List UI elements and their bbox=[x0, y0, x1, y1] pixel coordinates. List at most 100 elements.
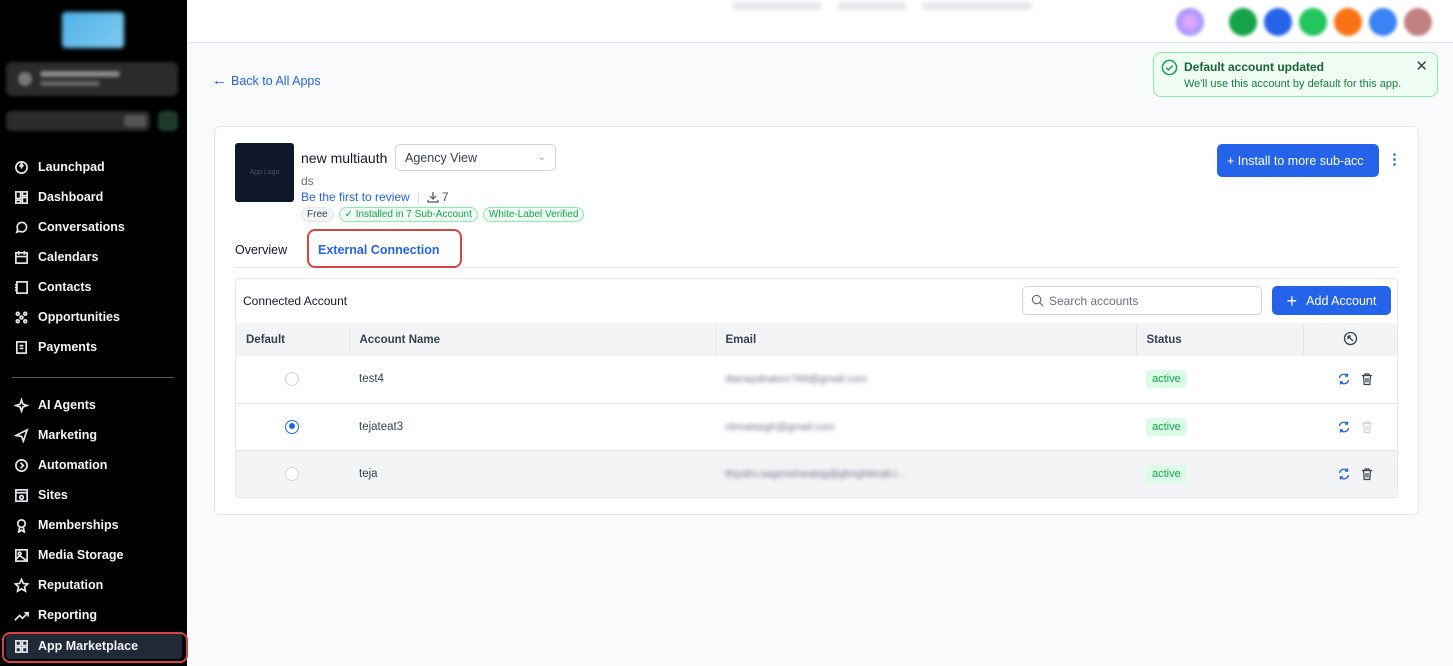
highlight-external-connection bbox=[307, 229, 462, 268]
sidebar: Launchpad Dashboard Conversations Calend… bbox=[0, 0, 187, 666]
add-account-button[interactable]: + Add Account bbox=[1272, 286, 1391, 315]
blurred-header-text bbox=[922, 2, 1032, 10]
back-link-label: Back to All Apps bbox=[231, 74, 321, 88]
sidebar-item-reporting[interactable]: Reporting bbox=[6, 602, 182, 628]
sidebar-item-label: Contacts bbox=[38, 280, 92, 294]
award-icon bbox=[13, 517, 29, 533]
sidebar-item-label: Automation bbox=[38, 458, 108, 472]
col-actions bbox=[1302, 323, 1397, 356]
send-icon bbox=[13, 427, 29, 443]
sidebar-item-calendars[interactable]: Calendars bbox=[6, 244, 182, 270]
download-icon bbox=[427, 192, 439, 203]
refresh-icon[interactable] bbox=[1337, 420, 1351, 434]
sidebar-item-label: Payments bbox=[38, 340, 98, 354]
sidebar-item-label: Marketing bbox=[38, 428, 98, 442]
trend-icon bbox=[13, 607, 29, 623]
sidebar-item-label: Dashboard bbox=[38, 190, 104, 204]
downloads: 7 bbox=[427, 190, 449, 204]
phone-icon[interactable] bbox=[1229, 8, 1257, 36]
sidebar-item-contacts[interactable]: Contacts bbox=[6, 274, 182, 300]
sidebar-item-label: Reporting bbox=[38, 608, 98, 622]
sidebar-item-label: Reputation bbox=[38, 578, 104, 592]
trash-icon-disabled bbox=[1362, 420, 1372, 433]
sidebar-item-marketing[interactable]: Marketing bbox=[6, 422, 182, 448]
default-radio[interactable] bbox=[285, 466, 299, 481]
plus-icon: + bbox=[1286, 290, 1298, 311]
search-input[interactable]: Search accounts bbox=[1022, 286, 1262, 315]
status-badge: active bbox=[1146, 370, 1187, 389]
sidebar-item-memberships[interactable]: Memberships bbox=[6, 512, 182, 538]
view-select[interactable]: Agency View ⌄ bbox=[395, 144, 556, 171]
company-logo[interactable] bbox=[62, 12, 124, 48]
trash-icon[interactable] bbox=[1360, 372, 1374, 386]
app-description: ds bbox=[301, 174, 314, 188]
sidebar-item-dashboard[interactable]: Dashboard bbox=[6, 184, 182, 210]
avatar[interactable] bbox=[1404, 8, 1432, 36]
accounts-table: Default Account Name Email Status test4 … bbox=[236, 323, 1397, 498]
search-icon bbox=[1031, 294, 1044, 307]
sidebar-item-conversations[interactable]: Conversations bbox=[6, 214, 182, 240]
search-placeholder: Search accounts bbox=[1049, 293, 1139, 308]
app-details-card: App Logo new multiauth Agency View ⌄ ds … bbox=[214, 126, 1419, 515]
back-link[interactable]: ← Back to All Apps bbox=[212, 73, 321, 88]
check-circle-icon bbox=[1161, 59, 1178, 76]
account-name: test4 bbox=[349, 356, 715, 404]
blurred-header-text bbox=[732, 2, 822, 10]
sidebar-item-sites[interactable]: Sites bbox=[6, 482, 182, 508]
account-switcher[interactable] bbox=[6, 62, 178, 96]
install-more-button[interactable]: + Install to more sub-acc bbox=[1217, 144, 1379, 177]
highlight-app-marketplace bbox=[2, 632, 188, 663]
connected-accounts-panel: Connected Account Search accounts + Add … bbox=[235, 278, 1398, 498]
sidebar-item-opportunities[interactable]: Opportunities bbox=[6, 304, 182, 330]
review-link[interactable]: Be the first to review bbox=[301, 190, 410, 204]
help-icon[interactable] bbox=[1369, 8, 1397, 36]
table-row: teja thiyahv.sagenshwateg@ghrighlerab.l.… bbox=[236, 450, 1397, 498]
app-logo: App Logo bbox=[235, 143, 294, 202]
row-actions bbox=[1337, 372, 1397, 386]
blurred-header-text bbox=[837, 2, 907, 10]
close-icon[interactable]: ✕ bbox=[1415, 59, 1428, 74]
calendar-icon bbox=[13, 249, 29, 265]
refresh-icon[interactable] bbox=[1337, 372, 1351, 386]
default-radio-selected[interactable] bbox=[285, 419, 299, 434]
refresh-icon[interactable] bbox=[1337, 467, 1351, 481]
table-row: tejateat3 ctimatepgh@gmail.com active bbox=[236, 403, 1397, 451]
account-name: teja bbox=[349, 450, 715, 498]
more-options-icon[interactable]: ⋮ bbox=[1387, 152, 1402, 168]
opportunities-icon bbox=[13, 309, 29, 325]
col-account-name: Account Name bbox=[348, 323, 715, 356]
sidebar-item-label: Conversations bbox=[38, 220, 125, 234]
sidebar-item-launchpad[interactable]: Launchpad bbox=[6, 154, 182, 180]
col-email: Email bbox=[714, 323, 1136, 356]
quick-action-button[interactable] bbox=[158, 111, 178, 131]
account-email: dianayahatecr789@gmail.com bbox=[725, 373, 867, 386]
sidebar-item-label: AI Agents bbox=[38, 398, 96, 412]
row-actions bbox=[1337, 467, 1397, 481]
tab-overview[interactable]: Overview bbox=[235, 243, 287, 257]
ai-assistant-icon[interactable] bbox=[1176, 8, 1204, 36]
sidebar-divider bbox=[12, 377, 174, 378]
default-radio[interactable] bbox=[285, 372, 299, 387]
sidebar-search[interactable] bbox=[6, 111, 150, 131]
sidebar-item-reputation[interactable]: Reputation bbox=[6, 572, 182, 598]
sidebar-item-payments[interactable]: Payments bbox=[6, 334, 182, 360]
panel-title: Connected Account bbox=[243, 294, 348, 308]
trash-icon[interactable] bbox=[1360, 467, 1374, 481]
notifications-icon[interactable] bbox=[1334, 8, 1362, 36]
sidebar-item-ai-agents[interactable]: AI Agents bbox=[6, 392, 182, 418]
installed-badge[interactable]: ✓ Installed in 7 Sub-Account bbox=[338, 207, 478, 222]
column-settings-icon[interactable] bbox=[1343, 331, 1358, 346]
sidebar-item-label: Launchpad bbox=[38, 160, 105, 174]
megaphone-icon[interactable] bbox=[1264, 8, 1292, 36]
success-toast: Default account updated We'll use this a… bbox=[1153, 52, 1438, 97]
toast-title: Default account updated bbox=[1184, 60, 1325, 74]
status-badge: active bbox=[1146, 464, 1187, 483]
sidebar-item-automation[interactable]: Automation bbox=[6, 452, 182, 478]
image-icon bbox=[13, 547, 29, 563]
view-select-value: Agency View bbox=[405, 150, 478, 165]
sparkle-icon bbox=[13, 397, 29, 413]
sidebar-item-media-storage[interactable]: Media Storage bbox=[6, 542, 182, 568]
table-header-row: Default Account Name Email Status bbox=[236, 323, 1397, 356]
chat-widget-icon[interactable] bbox=[1299, 8, 1327, 36]
table-row: test4 dianayahatecr789@gmail.com active bbox=[236, 356, 1397, 404]
